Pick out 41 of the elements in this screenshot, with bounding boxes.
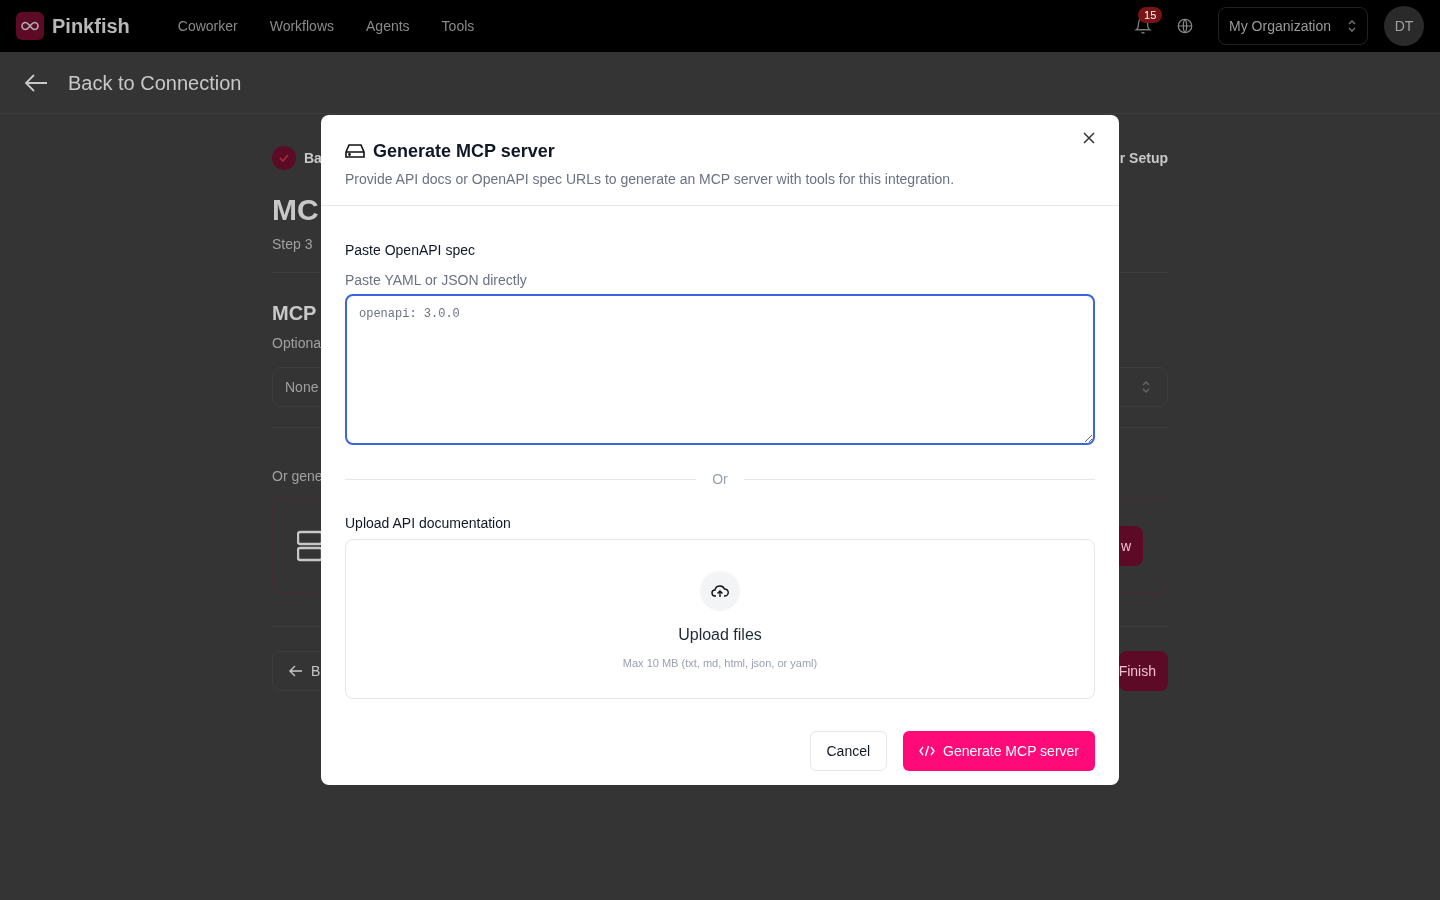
generate-hint: Or gene: [272, 467, 323, 486]
section-hint: Optiona: [272, 334, 322, 353]
divider-label: Or: [712, 470, 728, 489]
back-link[interactable]: Back to Connection: [68, 68, 242, 97]
chevron-icon: [1347, 20, 1357, 32]
nav-link[interactable]: Workflows: [269, 16, 334, 36]
dialog-title: Generate MCP server: [373, 140, 555, 163]
field-label: Upload API documentation: [345, 514, 512, 533]
code-icon: [919, 744, 936, 758]
user-avatar[interactable]: DT: [1384, 6, 1424, 46]
field-label: Paste OpenAPI spec: [345, 241, 476, 260]
organization-select[interactable]: My Organization: [1218, 7, 1368, 45]
finish-button[interactable]: Finish: [1119, 651, 1168, 691]
brand-name: Pinkfish: [52, 14, 130, 39]
check-icon: [272, 146, 296, 170]
notification-count: 15: [1138, 7, 1163, 23]
chevron-icon: [1141, 381, 1151, 393]
section-title: MCP: [272, 301, 317, 326]
nav-link[interactable]: Coworker: [177, 16, 238, 36]
page-title: MC: [272, 192, 319, 228]
globe-icon[interactable]: [1176, 17, 1195, 35]
upload-hint: Max 10 MB (txt, md, html, json, or yaml): [622, 656, 818, 671]
generate-button[interactable]: Generate MCP server: [903, 731, 1095, 771]
back-arrow-icon: [289, 665, 303, 677]
spec-input[interactable]: openapi: 3.0.0: [345, 294, 1095, 445]
drive-icon: [345, 143, 365, 159]
step-text: Step 3: [272, 235, 313, 254]
nav-link[interactable]: Tools: [441, 16, 475, 36]
back-arrow-icon[interactable]: [24, 72, 48, 93]
close-icon[interactable]: [1083, 132, 1095, 144]
dialog-subtitle: Provide API docs or OpenAPI spec URLs to generate an MCP server with tools for this integration.: [345, 170, 956, 189]
cancel-button[interactable]: Cancel: [809, 731, 888, 771]
step-label: r Setup: [1119, 149, 1168, 168]
logo-icon: [16, 12, 44, 40]
upload-cloud-icon: [700, 571, 740, 611]
upload-dropzone[interactable]: Upload files Max 10 MB (txt, md, html, json, or yaml): [345, 539, 1095, 699]
step-label: Ba: [304, 149, 322, 168]
field-hint: Paste YAML or JSON directly: [345, 271, 528, 290]
server-icon: [297, 530, 323, 562]
upload-title: Upload files: [678, 625, 762, 645]
nav-link[interactable]: Agents: [366, 16, 410, 36]
